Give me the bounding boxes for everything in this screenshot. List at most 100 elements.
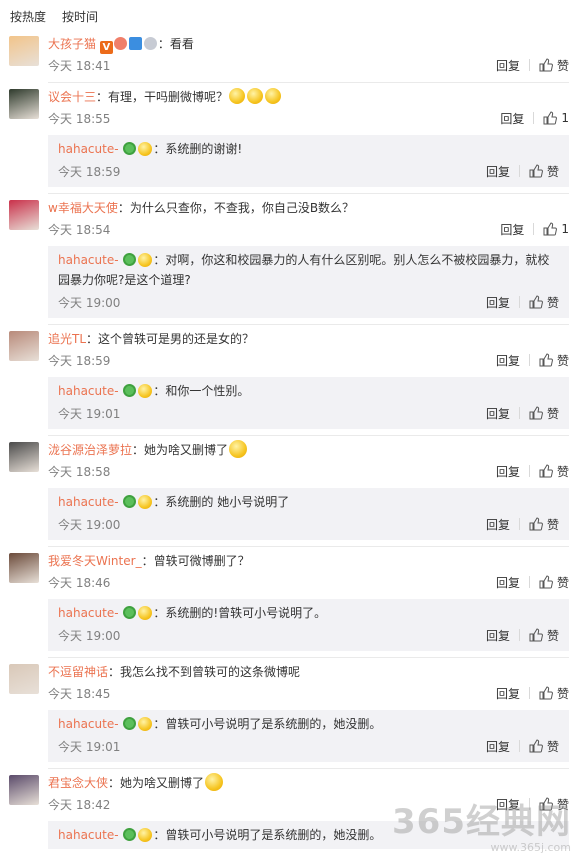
comment-actions: 回复 赞 (486, 294, 559, 311)
verified-badge-icon (123, 384, 137, 397)
comment-actions: 回复 赞 (486, 405, 559, 422)
username-link[interactable]: 泷谷源治泽萝拉 (48, 443, 132, 457)
like-button[interactable]: 赞 (539, 685, 569, 702)
like-button[interactable]: 赞 (539, 574, 569, 591)
avatar[interactable] (9, 200, 39, 230)
reply-username-link[interactable]: hahacute- (58, 495, 119, 509)
thumbs-up-icon (539, 797, 553, 811)
comment-meta: 今天 18:46 回复 赞 (48, 571, 569, 593)
member-badge-icon (138, 828, 153, 842)
sort-by-hot[interactable]: 按热度 (10, 8, 46, 32)
username-link[interactable]: 议会十三 (48, 90, 96, 104)
sort-by-time[interactable]: 按时间 (62, 8, 98, 32)
reply-button[interactable]: 回复 (486, 405, 510, 422)
comment-list: 大孩子猫 V ：看看 今天 18:41 回复赞议会十三：有理，干吗删微博呢？ 今天 18… (0, 32, 581, 849)
avatar[interactable] (9, 442, 39, 472)
like-button[interactable]: 赞 (529, 516, 559, 533)
avatar[interactable] (9, 664, 39, 694)
reply-username-link[interactable]: hahacute- (58, 384, 119, 398)
reply-button[interactable]: 回复 (496, 796, 520, 813)
like-button[interactable]: 赞 (529, 738, 559, 755)
reply-username-link[interactable]: hahacute- (58, 828, 119, 842)
reply-button[interactable]: 回复 (500, 221, 524, 238)
username-link[interactable]: 大孩子猫 (48, 37, 96, 51)
action-divider (518, 165, 520, 177)
comment-body: ：这个曾轶可是男的还是女的？ (86, 332, 255, 346)
avatar[interactable] (9, 331, 39, 361)
avatar[interactable] (9, 89, 39, 119)
reply-meta: 今天 19:00 回复 赞 (58, 623, 559, 647)
like-button[interactable]: 赞 (529, 294, 559, 311)
action-divider (528, 687, 530, 699)
thumbs-up-icon (539, 353, 553, 367)
medal-badge-icon (143, 37, 157, 50)
username-link[interactable]: 不逗留神话 (48, 665, 108, 679)
reply-username-link[interactable]: hahacute- (58, 142, 119, 156)
reply-text-line: hahacute- ：曾轶可小号说明了是系统删的，她没删。 (58, 714, 559, 734)
reply-button[interactable]: 回复 (496, 57, 520, 74)
comment-actions: 回复 赞 (486, 738, 559, 755)
thumbs-up-icon (529, 295, 543, 309)
member-badge-icon (138, 495, 153, 509)
reply-button[interactable]: 回复 (500, 110, 524, 127)
verified-badge-icon (123, 606, 137, 619)
like-button[interactable]: 赞 (539, 352, 569, 369)
like-count: 赞 (546, 164, 559, 179)
comment-body: ：曾轶可微博删了？ (141, 554, 250, 568)
reply-button[interactable]: 回复 (486, 163, 510, 180)
comment-body: ：我怎么找不到曾轶可的这条微博呢 (108, 665, 301, 679)
thumbs-up-icon (529, 739, 543, 753)
comment-text-line: 议会十三：有理，干吗删微博呢？ (48, 87, 569, 107)
comment-actions: 回复 赞 (496, 796, 569, 813)
comment-actions: 回复 赞 (486, 516, 559, 533)
reply-username-link[interactable]: hahacute- (58, 253, 119, 267)
action-divider (528, 354, 530, 366)
username-link[interactable]: 君宝念大侠 (48, 776, 108, 790)
reply-button[interactable]: 回复 (496, 574, 520, 591)
action-divider (528, 576, 530, 588)
reply-button[interactable]: 回复 (496, 685, 520, 702)
timestamp: 今天 19:01 (58, 739, 121, 754)
like-button[interactable]: 赞 (539, 796, 569, 813)
reply-button[interactable]: 回复 (486, 738, 510, 755)
comment-actions: 回复 1 (500, 221, 569, 238)
like-button[interactable]: 赞 (529, 163, 559, 180)
reply-button[interactable]: 回复 (486, 627, 510, 644)
avatar[interactable] (9, 553, 39, 583)
like-button[interactable]: 1 (543, 222, 569, 236)
action-divider (518, 407, 520, 419)
avatar[interactable] (9, 36, 39, 66)
like-button[interactable]: 赞 (539, 463, 569, 480)
reply-button[interactable]: 回复 (496, 463, 520, 480)
timestamp: 今天 19:00 (58, 295, 121, 310)
thumbs-up-icon (539, 686, 553, 700)
reply-button[interactable]: 回复 (486, 294, 510, 311)
comment-item: 不逗留神话：我怎么找不到曾轶可的这条微博呢 今天 18:45 回复赞 hahacute… (0, 658, 581, 769)
like-count: 赞 (546, 739, 559, 754)
comment-actions: 回复 赞 (496, 57, 569, 74)
like-count: 赞 (556, 58, 569, 73)
like-button[interactable]: 1 (543, 111, 569, 125)
like-button[interactable]: 赞 (539, 57, 569, 74)
thumbs-up-icon (539, 58, 553, 72)
reply-username-link[interactable]: hahacute- (58, 606, 119, 620)
reply-username-link[interactable]: hahacute- (58, 717, 119, 731)
username-link[interactable]: 我爱冬天Winter_ (48, 554, 142, 568)
reply-item: hahacute- ：曾轶可小号说明了是系统删的，她没删。今天 19:01 回复 赞 (48, 710, 569, 762)
timestamp: 今天 18:54 (48, 222, 111, 237)
reply-button[interactable]: 回复 (486, 516, 510, 533)
comment-body: ：看看 (157, 37, 194, 51)
reply-text-line: hahacute- ：系统删的 她小号说明了 (58, 492, 559, 512)
avatar[interactable] (9, 775, 39, 805)
username-link[interactable]: 追光TL (48, 332, 86, 346)
like-button[interactable]: 赞 (529, 405, 559, 422)
timestamp: 今天 18:59 (58, 164, 121, 179)
comment-item: 大孩子猫 V ：看看 今天 18:41 回复 赞 (0, 32, 581, 83)
reply-body: ：曾轶可小号说明了是系统删的，她没删。 (153, 828, 382, 842)
username-link[interactable]: w幸福大天使 (48, 201, 118, 215)
reply-meta: 今天 19:01 回复 赞 (58, 734, 559, 758)
comment-meta: 今天 18:54 回复 1 (48, 218, 569, 240)
like-button[interactable]: 赞 (529, 627, 559, 644)
comment-text-line: 大孩子猫 V ：看看 (48, 34, 569, 54)
reply-button[interactable]: 回复 (496, 352, 520, 369)
